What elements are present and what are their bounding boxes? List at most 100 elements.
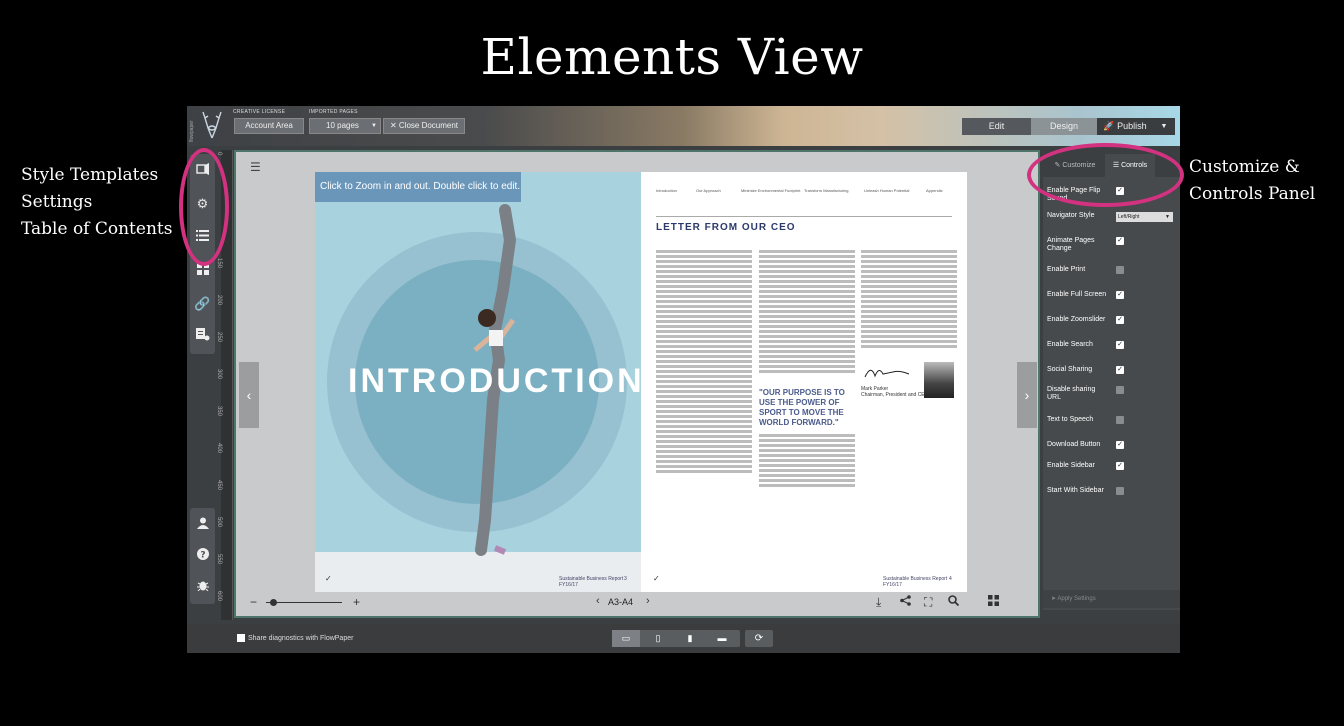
viewer-bottom-bar: − + ‹ A3-A4 › ⤓ ⛶: [236, 590, 1038, 616]
annotation-style-templates: Style Templates: [21, 165, 159, 185]
close-icon: ✕: [389, 121, 399, 130]
setting-label: Enable Search: [1047, 341, 1093, 348]
fullscreen-icon[interactable]: ⛶: [924, 595, 932, 610]
publish-label: Publish: [1117, 121, 1147, 131]
annotation-settings: Settings: [21, 192, 93, 212]
ruler-tick: 500: [216, 517, 222, 528]
checkbox-checked[interactable]: ✓: [1116, 462, 1124, 470]
bug-icon[interactable]: [190, 576, 215, 598]
setting-label: Enable Full Screen: [1047, 291, 1107, 298]
chevron-right-icon: ›: [1024, 387, 1030, 403]
setting-row: Animate Pages Change ✓: [1047, 237, 1177, 253]
pages-select[interactable]: 10 pages ▼: [309, 118, 381, 134]
checkbox-checked[interactable]: ✓: [1116, 341, 1124, 349]
checkbox-unchecked[interactable]: [1116, 487, 1124, 495]
diagnostics-checkbox[interactable]: Share diagnostics with FlowPaper: [237, 634, 353, 642]
page-title: Elements View: [480, 28, 864, 86]
zoom-out-button[interactable]: −: [250, 595, 257, 609]
checkbox-checked[interactable]: ✓: [1116, 366, 1124, 374]
setting-label: Start With Sidebar: [1047, 487, 1104, 494]
zoom-slider-track[interactable]: [266, 602, 342, 603]
report-nav-item: Minimize Environmental Footprint: [741, 188, 801, 193]
checkbox-checked[interactable]: ✓: [1116, 441, 1124, 449]
desktop-icon[interactable]: ▭: [612, 630, 640, 647]
report-nav-item: Our Approach: [696, 188, 721, 193]
left-page-footer: Sustainable Business Report FY16/17: [559, 576, 624, 588]
checkbox-checked[interactable]: ✓: [1116, 237, 1124, 245]
chevron-right-icon[interactable]: ›: [646, 595, 650, 607]
previous-page-button[interactable]: ‹: [239, 362, 259, 428]
widescreen-icon[interactable]: ▬: [708, 630, 736, 647]
publish-button[interactable]: 🚀 Publish: [1097, 118, 1153, 135]
edit-button[interactable]: Edit: [962, 118, 1031, 135]
brand-vertical: flowpaper: [189, 120, 195, 142]
left-page[interactable]: INTRODUCTION Click to Zoom in and out. D…: [315, 172, 641, 592]
highlight-ring-right: [1027, 143, 1184, 207]
design-button[interactable]: Design: [1031, 118, 1097, 135]
download-icon[interactable]: ⤓: [876, 595, 881, 610]
apply-settings-button[interactable]: ➤ Apply Settings: [1043, 590, 1180, 608]
right-page[interactable]: Introduction Our Approach Minimize Envir…: [641, 172, 967, 592]
share-icon[interactable]: [900, 595, 911, 609]
next-page-button[interactable]: ›: [1017, 362, 1037, 428]
signature-image: [864, 369, 910, 378]
setting-row: Enable Sidebar ✓: [1047, 462, 1177, 470]
pages-select-value: 10 pages: [326, 121, 359, 130]
setting-label: Animate Pages Change: [1047, 237, 1095, 252]
search-icon[interactable]: [948, 595, 960, 609]
ceo-quote: "OUR PURPOSE IS TO USE THE POWER OF SPOR…: [759, 388, 845, 427]
top-bar: flowpaper CREATIVE LICENSE IMPORTED PAGE…: [187, 106, 1180, 146]
tablet-icon[interactable]: ▯: [644, 630, 672, 647]
highlight-ring-left: [179, 148, 229, 266]
link-icon[interactable]: 🔗: [190, 293, 215, 315]
thumbnails-grid-icon[interactable]: [988, 595, 999, 609]
hamburger-menu-icon[interactable]: ☰: [250, 160, 261, 174]
setting-row: Download Button ✓: [1047, 441, 1177, 449]
left-annotation: Style Templates Settings Table of Conten…: [21, 162, 172, 243]
chevron-left-icon: ‹: [246, 387, 252, 403]
setting-label: Social Sharing: [1047, 366, 1093, 373]
refresh-icon[interactable]: ⟳: [745, 630, 773, 647]
setting-row: Disable sharing URL: [1047, 386, 1177, 402]
setting-label: Text to Speech: [1047, 416, 1094, 423]
page-settings-icon[interactable]: [190, 326, 215, 348]
setting-row: Enable Print: [1047, 266, 1177, 274]
signer-title: Chairman, President and CEO: [861, 392, 929, 398]
setting-row: Enable Full Screen ✓: [1047, 291, 1177, 299]
zoom-in-button[interactable]: +: [353, 595, 360, 609]
ruler-tick: 0: [216, 152, 222, 156]
setting-row: Enable Search ✓: [1047, 341, 1177, 349]
account-area-button[interactable]: Account Area: [234, 118, 304, 134]
ruler-tick: 450: [216, 480, 222, 491]
checkbox-unchecked[interactable]: [1116, 266, 1124, 274]
setting-label: Enable Sidebar: [1047, 462, 1095, 469]
introduction-title: INTRODUCTION: [348, 362, 641, 400]
checkbox-checked[interactable]: ✓: [1116, 316, 1124, 324]
annotation-table-of-contents: Table of Contents: [21, 219, 173, 239]
setting-label: Enable Zoomslider: [1047, 316, 1106, 323]
setting-row: Text to Speech: [1047, 416, 1177, 424]
right-page-number: 4: [949, 576, 952, 582]
help-icon[interactable]: ?: [190, 545, 215, 567]
bottom-bar: Share diagnostics with FlowPaper ▭ ▯ ▮ ▬…: [187, 624, 1180, 653]
chevron-left-icon[interactable]: ‹: [596, 595, 600, 607]
checkbox-checked[interactable]: ✓: [1116, 291, 1124, 299]
setting-label: Navigator Style: [1047, 212, 1095, 219]
navigator-style-select[interactable]: Left/Right ▼: [1116, 212, 1173, 222]
page-indicator[interactable]: A3-A4: [608, 597, 633, 607]
checkbox-unchecked[interactable]: [1116, 386, 1124, 394]
phone-icon[interactable]: ▮: [676, 630, 704, 647]
zoom-slider-handle[interactable]: [270, 599, 277, 606]
flipbook-viewer: ☰ ‹ › INTRODUCTION Click to Zoom in and …: [234, 150, 1040, 618]
publish-dropdown-button[interactable]: ▼: [1153, 118, 1175, 135]
letter-heading: LETTER FROM OUR CEO: [656, 222, 796, 233]
checkbox-unchecked[interactable]: [1116, 416, 1124, 424]
caret-down-icon: ▼: [1165, 214, 1170, 220]
close-document-button[interactable]: ✕ Close Document: [383, 118, 465, 134]
text-column-3: [861, 250, 957, 350]
rocket-icon: 🚀: [1103, 121, 1115, 131]
user-icon[interactable]: [190, 514, 215, 536]
ruler-tick: 250: [216, 332, 222, 343]
divider: [656, 216, 952, 217]
checkbox-unchecked[interactable]: [237, 634, 245, 642]
